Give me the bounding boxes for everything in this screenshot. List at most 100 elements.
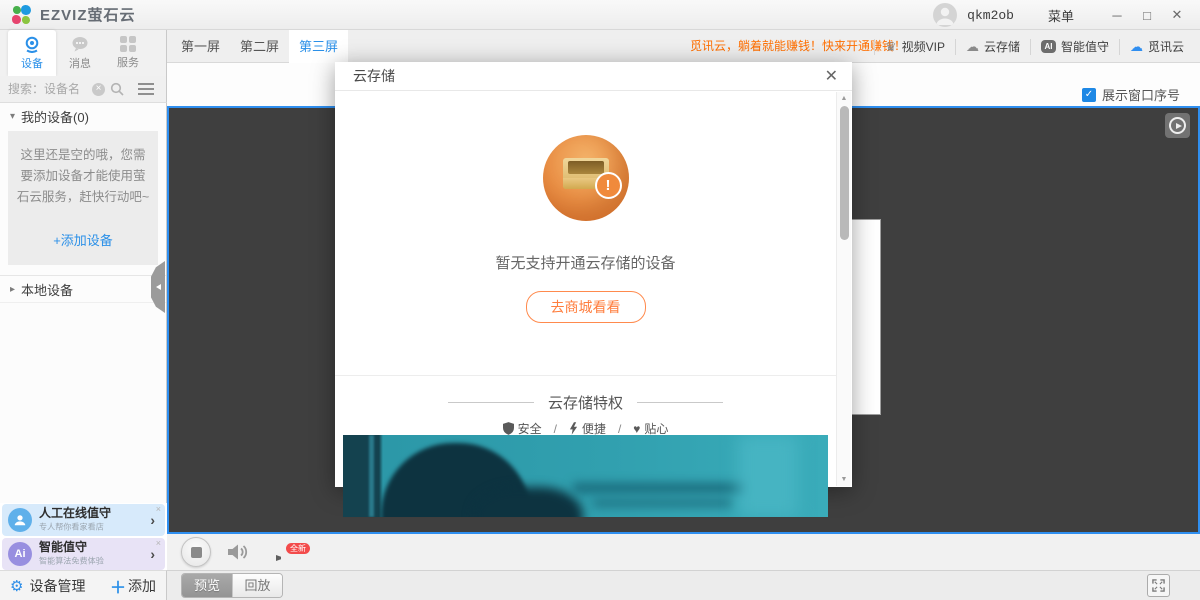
close-icon[interactable]: × (156, 538, 161, 548)
playback-tab[interactable]: 回放 (232, 574, 282, 597)
list-menu-icon[interactable] (138, 83, 154, 95)
clear-icon[interactable]: × (92, 83, 105, 96)
sidebar-tab-label: 消息 (69, 55, 91, 71)
blue-cloud-icon: ☁ (1130, 40, 1143, 53)
screen-tabs: 第一屏 第二屏 第三屏 (171, 30, 348, 63)
scrollbar-thumb[interactable] (840, 106, 849, 240)
promo-marquee[interactable]: 觅讯云，躺着就能赚钱！快来开通赚钱！ (676, 30, 906, 63)
service-label: 云存储 (984, 38, 1020, 55)
bottom-bar: 预览 回放 (167, 570, 1200, 600)
scroll-up-icon[interactable]: ▲ (837, 95, 851, 102)
chevron-right-icon: › (150, 512, 155, 528)
new-badge: 全新 (286, 543, 310, 554)
sidebar-tab-messages[interactable]: 消息 (56, 30, 104, 76)
close-button[interactable]: ✕ (1162, 7, 1192, 23)
fullscreen-icon (1152, 579, 1165, 592)
cloud-icon: ☁ (966, 40, 979, 53)
service-label: 视频VIP (902, 38, 945, 55)
service-ai-guard[interactable]: AI 智能值守 (1030, 39, 1119, 55)
play-circle-icon (1169, 117, 1186, 134)
scroll-down-icon[interactable]: ▼ (837, 476, 851, 483)
close-icon[interactable]: × (156, 504, 161, 514)
search-input[interactable] (8, 82, 90, 96)
tab-screen-3[interactable]: 第三屏 (289, 30, 348, 63)
stop-icon (191, 547, 202, 558)
chevron-down-icon: ▾ (10, 111, 15, 122)
device-manage-button[interactable]: 设备管理 (29, 576, 85, 596)
empty-box-icon: ! (543, 135, 629, 221)
grid-dots-icon (120, 36, 136, 52)
ptz-play-button[interactable] (1165, 113, 1190, 138)
sidebar-tab-devices[interactable]: 设备 (8, 30, 56, 76)
privileges-title: 云存储特权 (548, 392, 623, 413)
my-devices-label: 我的设备(0) (21, 107, 89, 126)
ai-icon: Ai (8, 542, 32, 566)
player-controls: 全新 (167, 534, 1200, 570)
promo-banner-image (343, 435, 828, 517)
app-title: EZVIZ萤石云 (40, 4, 136, 25)
service-video-vip[interactable]: ♛ 视频VIP (874, 39, 955, 55)
sidebar-tab-services[interactable]: 服务 (104, 30, 152, 76)
exclamation-badge-icon: ! (595, 172, 622, 199)
divider (335, 375, 836, 376)
show-window-number-option[interactable]: ✓ 展示窗口序号 (1082, 85, 1180, 104)
chat-bubble-icon (71, 36, 89, 53)
go-to-mall-button[interactable]: 去商城看看 (526, 291, 646, 323)
cloud-storage-dialog: 云存储 ✕ ! 暂无支持开通云存储的设备 去商城看看 云存储特权 (335, 62, 852, 487)
promo-title: 人工在线值守 (39, 507, 111, 520)
chevron-right-icon: ▸ (10, 284, 15, 295)
dialog-close-button[interactable]: ✕ (825, 66, 838, 86)
service-toolbar: ♛ 视频VIP ☁ 云存储 AI 智能值守 ☁ 觅讯云 (874, 30, 1194, 63)
menu-button[interactable]: 菜单 (1048, 6, 1074, 25)
crown-icon: ♛ (885, 40, 897, 53)
service-label: 智能值守 (1061, 38, 1109, 55)
promo-title: 智能值守 (39, 541, 111, 554)
minimize-button[interactable]: ─ (1102, 8, 1132, 23)
main-header: 第一屏 第二屏 第三屏 觅讯云，躺着就能赚钱！快来开通赚钱！ ♛ 视频VIP ☁… (167, 30, 1200, 63)
device-list-panel: ▾ 我的设备(0) 这里还是空的哦，您需要添加设备才能使用萤石云服务，赶快行动吧… (0, 103, 167, 503)
plus-icon: ＋ (110, 574, 126, 598)
tab-screen-1[interactable]: 第一屏 (171, 30, 230, 63)
username[interactable]: qkm2ob (967, 8, 1014, 23)
heart-icon: ♥ (633, 422, 640, 436)
promo-subtitle: 智能算法免费体验 (39, 555, 104, 567)
sidebar-tabs: 设备 消息 服务 (0, 30, 167, 76)
promo-human-guard[interactable]: 人工在线值守 专人帮你看家看店 › × (2, 504, 165, 536)
fullscreen-button[interactable] (1147, 574, 1170, 597)
dialog-header: 云存储 ✕ (335, 62, 852, 91)
webcam-icon (23, 36, 41, 53)
chevron-right-icon: › (150, 546, 155, 562)
dialog-body: ! 暂无支持开通云存储的设备 去商城看看 云存储特权 安全 / 便捷 (335, 92, 836, 487)
collapse-arrow-icon (156, 284, 161, 290)
ai-badge-icon: AI (1041, 40, 1056, 53)
dialog-title: 云存储 (353, 66, 395, 86)
show-window-number-label: 展示窗口序号 (1102, 85, 1180, 104)
sidebar-tab-label: 服务 (117, 54, 139, 70)
volume-button[interactable] (227, 543, 251, 561)
service-cloud-storage[interactable]: ☁ 云存储 (955, 39, 1030, 55)
avatar[interactable] (933, 3, 957, 27)
no-device-message: 暂无支持开通云存储的设备 (335, 252, 836, 273)
add-device-link[interactable]: +添加设备 (53, 230, 113, 249)
service-mixun-cloud[interactable]: ☁ 觅讯云 (1119, 39, 1194, 55)
search-bar: × (0, 76, 167, 103)
group-local-devices[interactable]: ▸ 本地设备 (0, 275, 166, 303)
empty-device-box: 这里还是空的哦，您需要添加设备才能使用萤石云服务，赶快行动吧~ +添加设备 (8, 131, 158, 265)
promo-ai-guard[interactable]: Ai 智能值守 智能算法免费体验 › × (2, 538, 165, 570)
sidebar-footer: ⚙ 设备管理 ＋ 添加 (0, 570, 167, 600)
person-icon (8, 508, 32, 532)
search-icon[interactable] (110, 82, 124, 96)
local-devices-label: 本地设备 (21, 280, 73, 299)
add-device-button[interactable]: ＋ 添加 (110, 574, 156, 598)
separator: / (554, 422, 557, 436)
scrollbar[interactable]: ▲ ▼ (836, 92, 851, 486)
preview-tab[interactable]: 预览 (182, 574, 232, 597)
tab-screen-2[interactable]: 第二屏 (230, 30, 289, 63)
stop-button[interactable] (181, 537, 211, 567)
maximize-button[interactable]: □ (1132, 8, 1162, 23)
mode-switcher: 预览 回放 (181, 573, 283, 598)
group-my-devices[interactable]: ▾ 我的设备(0) (0, 103, 166, 129)
empty-device-text: 这里还是空的哦，您需要添加设备才能使用萤石云服务，赶快行动吧~ (16, 145, 150, 208)
checkbox-checked-icon[interactable]: ✓ (1082, 88, 1096, 102)
shield-icon (503, 422, 514, 435)
